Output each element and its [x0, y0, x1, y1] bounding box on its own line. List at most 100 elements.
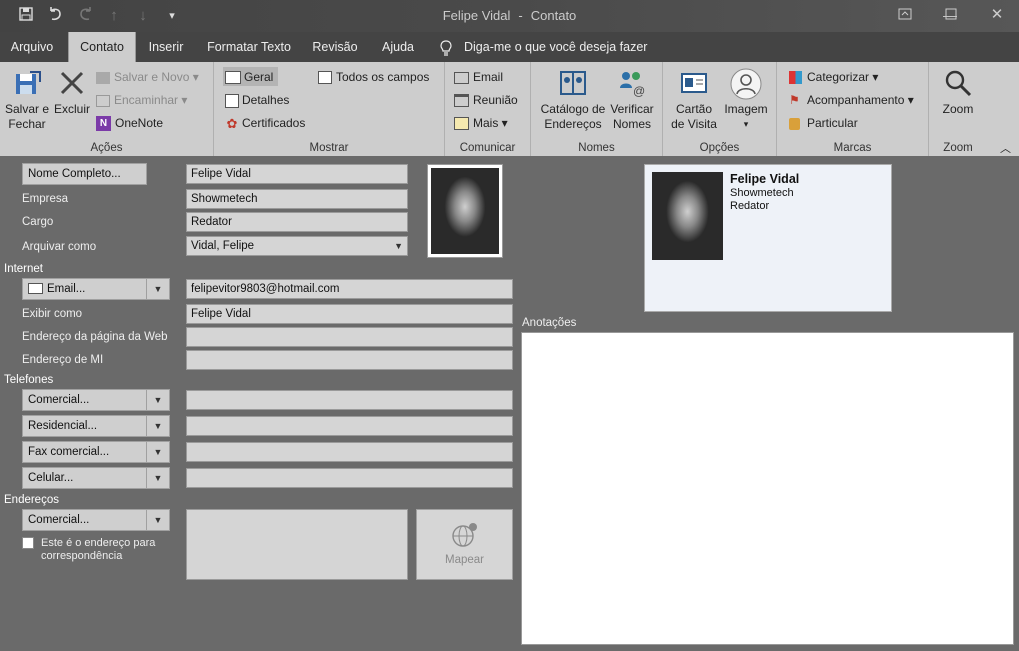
save-new-button[interactable]: Salvar e Novo ▾	[96, 70, 199, 84]
im-address-label: Endereço de MI	[22, 354, 104, 366]
group-label-acoes: Ações	[90, 142, 123, 154]
address-field[interactable]	[186, 509, 408, 580]
forward-icon	[96, 94, 110, 107]
email-type-dropdown[interactable]: ▼	[146, 278, 170, 300]
display-as-field[interactable]: Felipe Vidal	[186, 304, 513, 324]
geral-button[interactable]: Geral	[223, 67, 279, 87]
certificate-icon: ✿	[226, 115, 238, 131]
tab-arquivo[interactable]: Arquivo	[0, 32, 64, 62]
save-close-button[interactable]: Salvar e Fechar	[4, 68, 50, 132]
calendar-icon	[454, 94, 469, 108]
mailing-address-checkbox[interactable]	[22, 537, 34, 549]
catalogo-enderecos-button[interactable]: Catálogo de Endereços	[537, 68, 609, 132]
cartao-visita-button[interactable]: Cartão de Visita	[669, 68, 719, 132]
magnifier-icon	[935, 68, 981, 102]
tab-formatar-texto[interactable]: Formatar Texto	[200, 32, 298, 62]
tell-me-box[interactable]: Diga-me o que você deseja fazer	[440, 32, 650, 62]
map-button[interactable]: Mapear	[416, 509, 513, 580]
web-page-label: Endereço da página da Web	[22, 331, 168, 343]
phone-mobile-button[interactable]: Celular...	[22, 467, 147, 489]
contact-photo[interactable]	[427, 164, 503, 258]
person-avatar-icon	[721, 68, 771, 102]
phone-business-button[interactable]: Comercial...	[22, 389, 147, 411]
more-icon	[454, 117, 469, 131]
contact-photo-image	[431, 168, 499, 254]
save-close-icon	[4, 68, 50, 102]
address-type-button[interactable]: Comercial...	[22, 509, 147, 531]
group-label-mostrar: Mostrar	[309, 142, 349, 154]
phone-fax-button[interactable]: Fax comercial...	[22, 441, 147, 463]
file-as-label: Arquivar como	[22, 241, 97, 253]
address-book-icon	[537, 68, 609, 102]
tab-contato[interactable]: Contato	[68, 32, 136, 62]
onenote-button[interactable]: N OneNote	[96, 116, 163, 132]
address-type-dropdown[interactable]: ▼	[146, 509, 170, 531]
company-field[interactable]: Showmetech	[186, 189, 408, 209]
phone-business-field[interactable]	[186, 390, 513, 410]
group-label-marcas: Marcas	[833, 142, 872, 154]
card-company: Showmetech	[730, 187, 794, 199]
delete-x-icon	[52, 68, 92, 102]
forward-button[interactable]: Encaminhar ▾	[96, 93, 187, 107]
imagem-button[interactable]: Imagem ▾	[721, 68, 771, 132]
group-opcoes: Cartão de Visita Imagem ▾ Opções	[663, 62, 777, 156]
card-title: Redator	[730, 200, 770, 212]
tab-inserir[interactable]: Inserir	[140, 32, 192, 62]
email-button[interactable]: Email	[454, 70, 503, 84]
phone-fax-dropdown[interactable]: ▼	[146, 441, 170, 463]
reuniao-button[interactable]: Reunião	[454, 93, 518, 108]
zoom-button[interactable]: Zoom	[935, 68, 981, 117]
addresses-section-label: Endereços	[4, 494, 59, 506]
business-card-preview: Felipe Vidal Showmetech Redator	[644, 164, 892, 312]
card-name: Felipe Vidal	[730, 172, 800, 186]
tab-revisao[interactable]: Revisão	[306, 32, 364, 62]
lightbulb-icon	[440, 32, 454, 62]
group-marcas: Categorizar ▾ ⚑ Acompanhamento ▾ Particul…	[777, 62, 929, 156]
ribbon-display-icon[interactable]	[893, 5, 917, 25]
phone-home-button[interactable]: Residencial...	[22, 415, 147, 437]
particular-button[interactable]: Particular	[789, 116, 858, 130]
full-name-button[interactable]: Nome Completo...	[22, 163, 147, 185]
envelope-icon	[454, 71, 469, 84]
email-field[interactable]: felipevitor9803@hotmail.com	[186, 279, 513, 299]
ribbon: Salvar e Fechar Excluir Salvar e Novo ▾ …	[0, 62, 1019, 156]
mais-button[interactable]: Mais ▾	[454, 116, 508, 131]
full-name-field[interactable]: Felipe Vidal	[186, 164, 408, 184]
verificar-nomes-button[interactable]: @ Verificar Nomes	[607, 68, 657, 132]
ribbon-tabs: Arquivo Contato Inserir Formatar Texto R…	[0, 32, 1019, 62]
card-photo	[652, 172, 723, 260]
phone-mobile-field[interactable]	[186, 468, 513, 488]
file-as-select[interactable]: Vidal, Felipe ▼	[186, 236, 408, 256]
tab-ajuda[interactable]: Ajuda	[372, 32, 424, 62]
categorizar-button[interactable]: Categorizar ▾	[789, 70, 878, 85]
phone-home-field[interactable]	[186, 416, 513, 436]
notes-textarea[interactable]	[521, 332, 1014, 645]
flag-icon: ⚑	[789, 93, 800, 108]
im-address-field[interactable]	[186, 350, 513, 370]
check-names-icon: @	[607, 68, 657, 102]
delete-button[interactable]: Excluir	[52, 68, 92, 117]
phone-home-dropdown[interactable]: ▼	[146, 415, 170, 437]
detalhes-button[interactable]: Detalhes	[225, 93, 289, 108]
maximize-icon[interactable]	[939, 5, 963, 25]
group-acoes: Salvar e Fechar Excluir Salvar e Novo ▾ …	[0, 62, 214, 156]
acompanhamento-button[interactable]: ⚑ Acompanhamento ▾	[789, 93, 914, 107]
group-comunicar: Email Reunião Mais ▾ Comunicar	[445, 62, 531, 156]
phone-fax-field[interactable]	[186, 442, 513, 462]
details-icon	[225, 93, 239, 108]
all-fields-icon	[318, 71, 332, 85]
certificados-button[interactable]: ✿ Certificados	[225, 115, 306, 131]
phone-business-dropdown[interactable]: ▼	[146, 389, 170, 411]
mailing-address-label: Este é o endereço para correspondência	[41, 537, 156, 562]
close-icon[interactable]: ✕	[985, 5, 1009, 25]
group-label-nomes: Nomes	[578, 142, 615, 154]
phone-mobile-dropdown[interactable]: ▼	[146, 467, 170, 489]
todos-campos-button[interactable]: Todos os campos	[318, 70, 429, 85]
collapse-ribbon-icon[interactable]: ︿	[1000, 140, 1011, 156]
save-new-icon	[96, 71, 110, 84]
email-type-button[interactable]: Email...	[22, 278, 147, 300]
web-page-field[interactable]	[186, 327, 513, 347]
group-label-zoom: Zoom	[943, 142, 973, 154]
job-title-field[interactable]: Redator	[186, 212, 408, 232]
company-label: Empresa	[22, 193, 69, 205]
